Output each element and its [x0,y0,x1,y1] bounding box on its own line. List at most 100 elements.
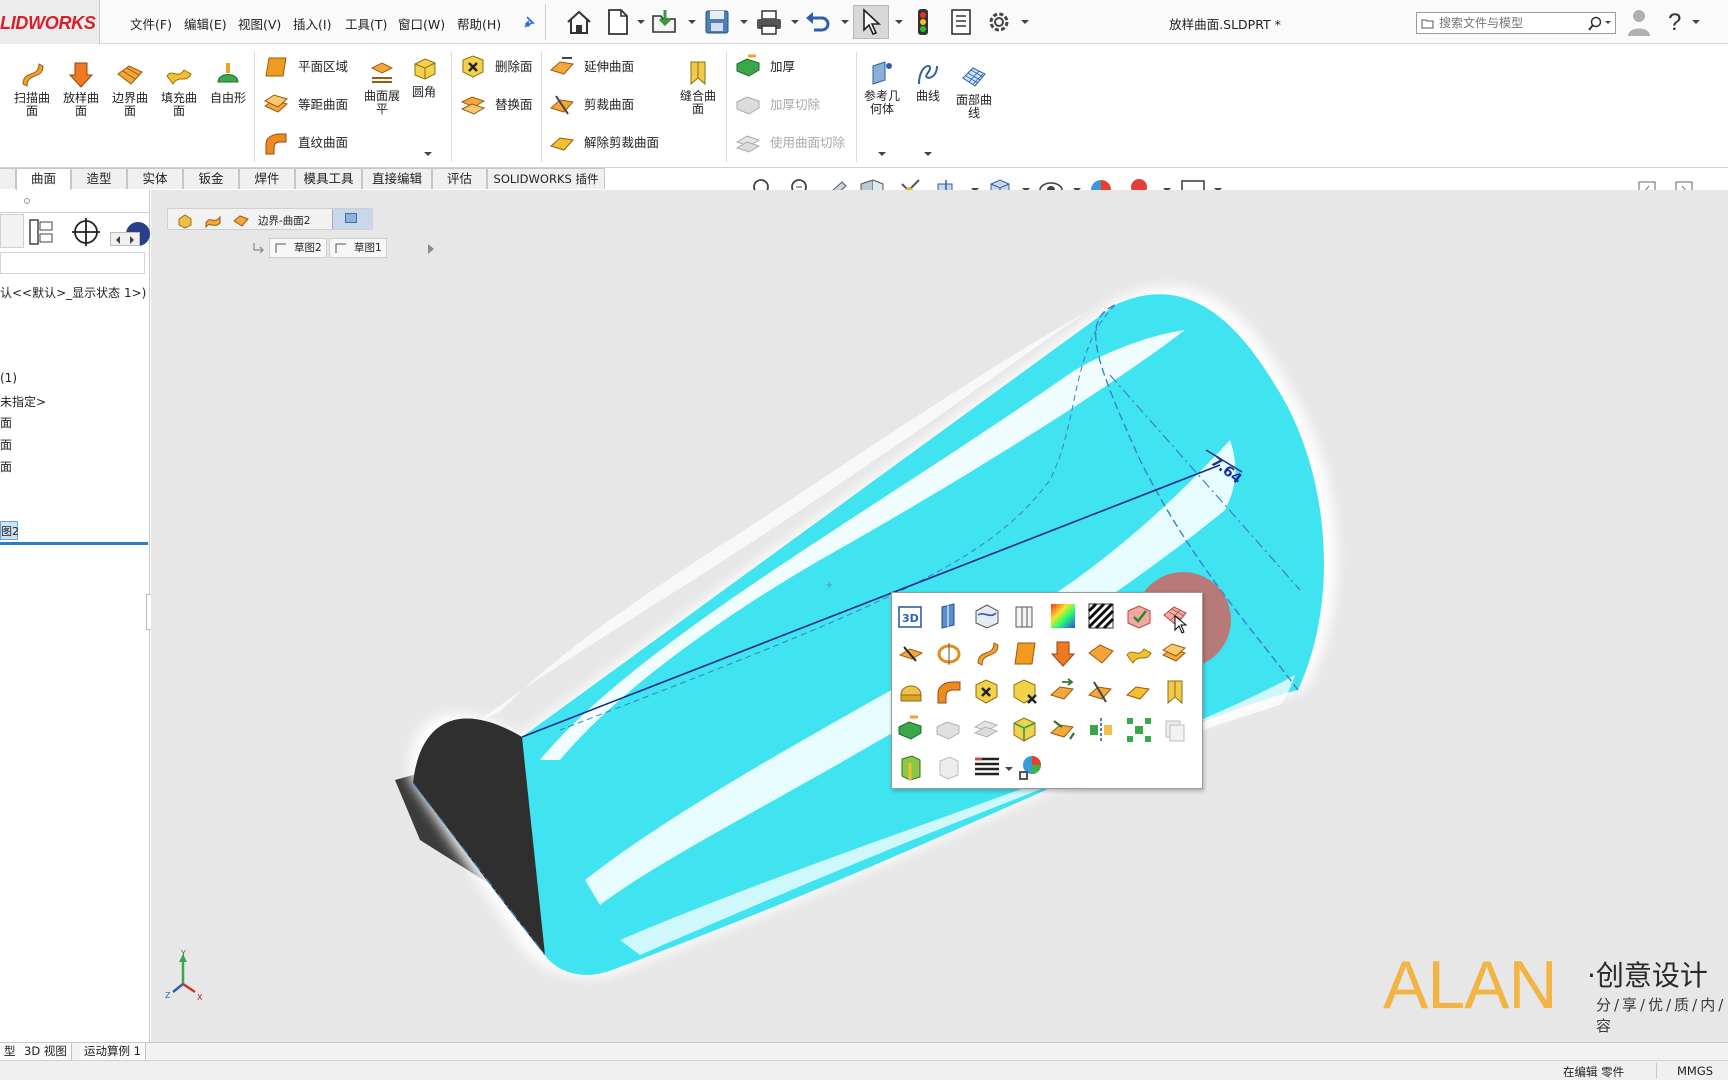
undo-dropdown-caret[interactable] [841,20,849,24]
thicken-button[interactable]: 加厚 [734,54,795,80]
tab-sheet-metal[interactable]: 钣金 [183,168,239,189]
check-entity-icon[interactable] [1124,601,1154,631]
freeform-button[interactable]: 自由形 [204,60,252,105]
tab-leading[interactable] [0,168,16,189]
planar-surface-button[interactable]: 平面区域 [262,54,348,80]
options-gear-icon[interactable] [983,6,1015,38]
part-crumb-icon[interactable] [176,211,194,229]
feature-tree-list-icon[interactable] [972,753,1002,783]
fillet-dome-icon[interactable] [896,677,926,707]
thicken-cut-icon-disabled[interactable] [934,715,964,745]
reference-geometry-caret[interactable] [878,152,886,156]
tree-item-plane-1[interactable]: 面 [0,414,12,431]
lofted-surface-icon[interactable] [1048,639,1078,669]
print-icon[interactable] [753,6,785,38]
filled-surface-button[interactable]: 填充曲 面 [155,60,203,118]
search-input[interactable] [1439,15,1589,31]
menu-insert[interactable]: 插入(I) [293,14,331,33]
menu-edit[interactable]: 编辑(E) [184,14,227,33]
trim-surface-icon[interactable] [1086,677,1116,707]
options-dropdown-caret[interactable] [1021,20,1029,24]
feature-tree-filter-input[interactable] [0,252,145,274]
group2-more-caret[interactable] [424,152,432,156]
tab-shaping[interactable]: 造型 [71,168,127,189]
breadcrumb-face-segment[interactable] [332,209,372,229]
tab-evaluate[interactable]: 评估 [432,168,487,189]
solidworks-logo[interactable]: LIDWORKS [0,0,100,44]
3d-sketch-icon[interactable]: 3D [896,601,926,631]
tree-item-material[interactable]: 未指定> [0,393,46,410]
tab-mold-tools[interactable]: 模具工具 [295,168,362,189]
tab-surfaces[interactable]: 曲面 [16,168,71,190]
pin-icon[interactable] [522,14,536,30]
extend-surface-button[interactable]: 延伸曲面 [548,54,634,80]
offset-surface-icon[interactable] [1160,639,1190,669]
face-curves-button[interactable]: 面部曲 线 [950,62,998,120]
filled-surface-icon[interactable] [1124,639,1154,669]
open-dropdown-caret[interactable] [688,20,696,24]
breadcrumb-next-icon[interactable] [426,242,436,256]
cut-with-surface-icon-disabled[interactable] [972,715,1002,745]
replace-face-icon[interactable] [1010,715,1040,745]
panel-grip[interactable] [24,198,30,204]
delete-face-icon[interactable] [972,677,1002,707]
fm-tab-feature-tree[interactable] [0,214,24,248]
menu-help[interactable]: 帮助(H) [457,14,501,33]
projected-curve-icon[interactable] [972,601,1002,631]
select-arrow-icon[interactable] [855,6,887,38]
untrim-surface-icon[interactable] [1124,677,1154,707]
undo-icon[interactable] [802,6,834,38]
property-manager-tab-icon[interactable] [26,216,58,248]
tab-solidworks-addins[interactable]: SOLIDWORKS 插件 [487,168,605,189]
fm-tab-scroll[interactable] [110,232,140,246]
configuration-manager-tab-icon[interactable] [70,216,102,248]
new-document-icon[interactable] [601,6,633,38]
revolved-surface-icon[interactable] [934,639,964,669]
planar-surface-icon[interactable] [1010,639,1040,669]
tab-direct-editing[interactable]: 直接编辑 [362,168,432,189]
delete-face-button[interactable]: 删除面 [459,54,533,80]
reference-geometry-button[interactable]: 参考几 何体 [858,58,906,116]
untrim-surface-button[interactable]: 解除剪裁曲面 [548,130,659,156]
offset-surface-button[interactable]: 等距曲面 [262,92,348,118]
palette-list-dropdown-caret[interactable] [1005,767,1013,771]
print-dropdown-caret[interactable] [791,20,799,24]
thicken-cut-button[interactable]: 加厚切除 [734,92,820,118]
rollback-bar[interactable] [0,542,148,545]
knit-solid-icon[interactable] [896,753,926,783]
tab-motion-study-1[interactable]: 运动算例 1 [80,1043,146,1060]
boundary-surface-button[interactable]: 边界曲 面 [106,60,154,118]
tab-weldments[interactable]: 焊件 [239,168,295,189]
thicken-surface-icon[interactable] [896,639,926,669]
ruled-surface-button[interactable]: 直纹曲面 [262,130,348,156]
tab-model[interactable]: 型 [0,1043,21,1060]
open-folder-icon[interactable] [649,6,681,38]
boundary-surface-crumb-icon[interactable] [232,211,250,229]
curves-button[interactable]: 曲线 [904,58,952,103]
move-face-icon[interactable] [1048,715,1078,745]
ruled-surface-icon[interactable] [934,677,964,707]
save-dropdown-caret[interactable] [740,20,748,24]
sketch-chip-1[interactable]: 草图1 [329,238,387,258]
knit-surface-button[interactable]: 缝合曲 面 [674,58,722,116]
swept-surface-button[interactable]: 扫描曲 面 [8,60,56,118]
thicken-icon[interactable] [896,715,926,745]
user-account-icon[interactable] [1626,6,1652,38]
rebuild-traffic-light-icon[interactable] [907,6,939,38]
surface-body-crumb-icon[interactable] [204,211,222,229]
breadcrumb-feature-label[interactable]: 边界-曲面2 [258,213,310,228]
search-icon[interactable] [1587,16,1603,32]
zebra-stripes-icon[interactable] [1086,601,1116,631]
cut-with-surface-button[interactable]: 使用曲面切除 [734,130,845,156]
scroll-right-icon[interactable] [129,236,135,244]
curves-caret[interactable] [924,152,932,156]
lofted-surface-button[interactable]: 放样曲 面 [57,60,105,118]
status-units[interactable]: MMGS [1677,1064,1713,1078]
curvature-icon[interactable] [1048,601,1078,631]
delete-hole-icon[interactable] [1010,677,1040,707]
menu-file[interactable]: 文件(F) [130,14,172,33]
extend-surface-icon[interactable] [1048,677,1078,707]
pattern-disabled-icon[interactable] [1160,715,1190,745]
linear-pattern-icon[interactable] [1124,715,1154,745]
tree-item-plane-3[interactable]: 面 [0,458,12,475]
